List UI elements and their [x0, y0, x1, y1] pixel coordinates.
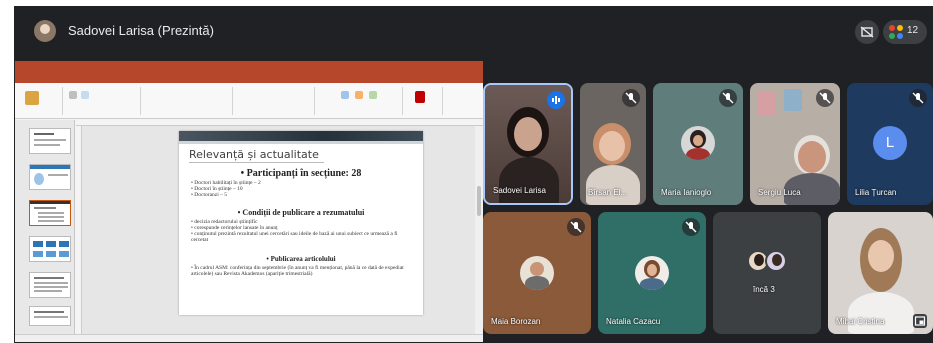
ppt-titlebar	[15, 61, 483, 73]
meet-top-bar: Sadovei Larisa (Prezintă) 12	[14, 6, 933, 58]
participant-avatar	[681, 126, 715, 160]
participant-name: Natalia Cazacu	[606, 317, 661, 326]
self-view-tile[interactable]: Mihai Cristina	[828, 212, 933, 334]
participant-avatar	[635, 256, 669, 290]
present-screen-icon	[860, 26, 874, 38]
section-heading: • Condiții de publicare a rezumatului	[237, 208, 365, 217]
avatar-icon	[34, 20, 56, 42]
section-heading: • Participanți în secțiune: 28	[240, 168, 362, 179]
ppt-ribbon	[15, 83, 483, 119]
participant-name: Lilia Țurcan	[855, 188, 897, 197]
participant-name: Maia Borozan	[491, 317, 541, 326]
participant-tile[interactable]: Bîrsan El...	[580, 83, 646, 205]
participant-count: 12	[907, 25, 919, 36]
bullet-item: • conținutul prezintă rezultatul unei ce…	[191, 231, 398, 243]
participant-name: Sergiu Luca	[758, 188, 801, 197]
present-screen-icon[interactable]	[855, 20, 879, 44]
more-participants-tile[interactable]: încă 3	[713, 212, 821, 334]
participant-tile[interactable]: Maria Ianioglo	[653, 83, 743, 205]
participant-tile[interactable]: Sergiu Luca	[750, 83, 840, 205]
vertical-scrollbar[interactable]	[475, 126, 483, 334]
ppt-ribbon-tabs	[15, 73, 483, 83]
current-slide: Relevanță și actualitate • Participanți …	[179, 131, 423, 315]
slide-thumbnail[interactable]	[29, 306, 71, 326]
participant-tile[interactable]: Maia Borozan	[483, 212, 591, 334]
participant-tile[interactable]: Natalia Cazacu	[598, 212, 706, 334]
slide-thumbnail[interactable]	[29, 164, 71, 190]
participant-name: Bîrsan El...	[588, 188, 628, 197]
mic-off-icon	[567, 218, 585, 236]
bullet-item: • Doctoranzi – 5	[191, 192, 227, 198]
vertical-ruler	[76, 126, 82, 334]
more-participants-label: încă 3	[753, 285, 775, 294]
mic-off-icon	[622, 89, 640, 107]
participant-tile[interactable]: Sadovei Larisa	[483, 83, 573, 205]
participant-avatar	[520, 256, 554, 290]
slide-thumbnail[interactable]	[29, 272, 71, 298]
participants-button[interactable]: 12	[883, 20, 927, 44]
participant-name: Sadovei Larisa	[493, 186, 546, 195]
mic-off-icon	[816, 89, 834, 107]
pip-icon[interactable]	[913, 314, 927, 328]
slide-thumbnail[interactable]	[29, 236, 71, 262]
participant-name: Mihai Cristina	[836, 317, 885, 326]
section-heading: • Publicarea articolului	[266, 255, 336, 263]
mic-off-icon	[909, 89, 927, 107]
screenshot-stage: Sadovei Larisa (Prezintă) 12 Relevanță ș…	[0, 0, 933, 343]
ppt-status-bar	[15, 334, 483, 342]
mic-off-icon	[682, 218, 700, 236]
meet-window: Sadovei Larisa (Prezintă) 12 Relevanță ș…	[14, 6, 933, 343]
presenter-label: Sadovei Larisa (Prezintă)	[68, 23, 214, 38]
slide-editor-area: Relevanță și actualitate • Participanți …	[76, 120, 483, 334]
slide-title: Relevanță și actualitate	[189, 148, 319, 161]
participant-initial-avatar: L	[873, 126, 907, 160]
horizontal-ruler	[76, 120, 483, 126]
bullet-item: • În cadrul ASM: conferința din septembr…	[191, 265, 404, 277]
participant-avatar	[765, 250, 787, 272]
slide-thumbnail-selected[interactable]	[29, 200, 71, 226]
mic-off-icon	[719, 89, 737, 107]
speaking-indicator-icon	[547, 91, 565, 109]
slide-thumbnail[interactable]	[29, 128, 71, 154]
participants-icon	[889, 25, 903, 39]
participant-tile[interactable]: L Lilia Țurcan	[847, 83, 933, 205]
participant-name: Maria Ianioglo	[661, 188, 712, 197]
slide-thumbnails-pane	[15, 120, 75, 334]
shared-screen-powerpoint: Relevanță și actualitate • Participanți …	[14, 60, 484, 343]
slide-header-band	[179, 131, 423, 141]
